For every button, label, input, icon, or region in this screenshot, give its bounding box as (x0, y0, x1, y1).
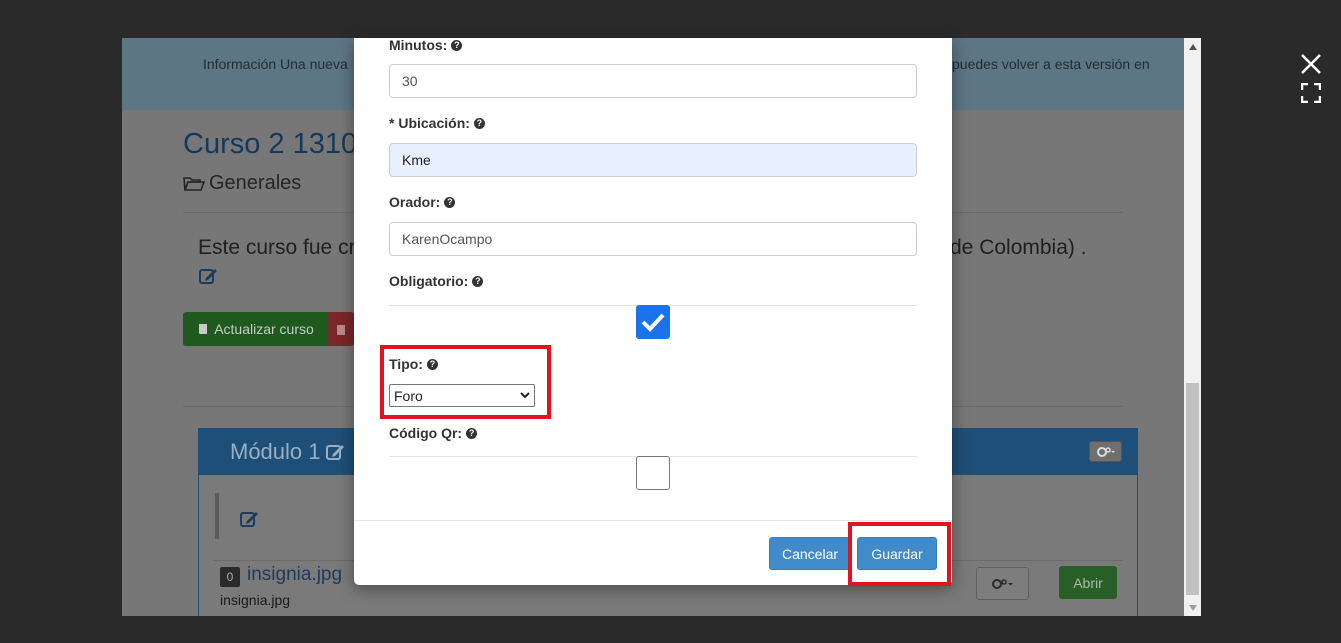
folder-open-icon (183, 176, 205, 191)
book-icon (199, 324, 208, 334)
activity-modal: Minutos: ? * Ubicación: ? Orador: ? Obli… (354, 37, 952, 585)
info-text-left: Información Una nueva (203, 56, 348, 72)
module-title-label: Módulo 1 (230, 439, 321, 464)
fullscreen-icon[interactable] (1301, 83, 1321, 103)
course-title: Curso 2 1310 (183, 128, 358, 160)
type-field-highlight (380, 345, 551, 419)
question-circle-icon[interactable]: ? (451, 39, 463, 51)
scrollbar[interactable] (1184, 38, 1201, 616)
gears-icon (1096, 446, 1115, 457)
edit-icon[interactable] (325, 442, 345, 462)
edit-icon[interactable] (239, 509, 259, 529)
update-course-label: Actualizar curso (214, 321, 314, 337)
course-category-label: Generales (209, 172, 302, 194)
scrollbar-thumb[interactable] (1186, 383, 1199, 595)
file-settings-button[interactable] (976, 567, 1029, 600)
mandatory-label: Obligatorio: ? (389, 273, 484, 289)
info-text-right: puedes volver a esta versión en (952, 56, 1150, 72)
course-description-right: de Colombia) . (950, 236, 1087, 259)
cancel-button[interactable]: Cancelar (769, 537, 851, 570)
speaker-label-text: Orador: (389, 194, 441, 210)
file-name: insignia.jpg (220, 592, 291, 608)
question-circle-icon[interactable]: ? (444, 196, 456, 208)
edit-icon[interactable] (198, 266, 218, 286)
checkmark-icon (641, 313, 665, 332)
course-category: Generales (183, 172, 301, 195)
module-settings-button[interactable] (1089, 441, 1122, 462)
file-link[interactable]: insignia.jpg (247, 564, 342, 586)
file-count-badge: 0 (220, 567, 240, 587)
minutes-label-text: Minutos: (389, 37, 448, 53)
question-circle-icon[interactable]: ? (472, 275, 484, 287)
qr-label-text: Código Qr: (389, 425, 463, 441)
course-description-left: Este curso fue cr (198, 236, 356, 259)
minutes-label: Minutos: ? (389, 37, 463, 53)
location-input[interactable] (389, 143, 917, 177)
speaker-input[interactable] (389, 222, 917, 256)
modal-footer-divider (354, 520, 952, 521)
gears-icon (991, 578, 1013, 589)
open-button[interactable]: Abrir (1059, 566, 1117, 599)
location-label-text: * Ubicación: (389, 115, 470, 131)
close-icon[interactable] (1298, 51, 1324, 77)
mandatory-label-text: Obligatorio: (389, 273, 469, 289)
mandatory-checkbox[interactable] (636, 305, 670, 339)
qr-checkbox[interactable] (636, 456, 670, 490)
scroll-down-arrow-icon[interactable] (1184, 599, 1201, 616)
qr-label: Código Qr: ? (389, 425, 478, 441)
question-circle-icon[interactable]: ? (473, 117, 485, 129)
save-button-highlight (848, 522, 951, 586)
module-title: Módulo 1 (230, 439, 345, 465)
speaker-label: Orador: ? (389, 194, 456, 210)
module-quote-bar (215, 493, 219, 539)
trash-icon (337, 325, 345, 335)
delete-course-button[interactable] (328, 312, 354, 346)
question-circle-icon[interactable]: ? (466, 427, 478, 439)
update-course-button[interactable]: Actualizar curso (183, 312, 328, 346)
location-label: * Ubicación: ? (389, 115, 485, 131)
scroll-up-arrow-icon[interactable] (1184, 38, 1201, 55)
minutes-input[interactable] (389, 64, 917, 98)
